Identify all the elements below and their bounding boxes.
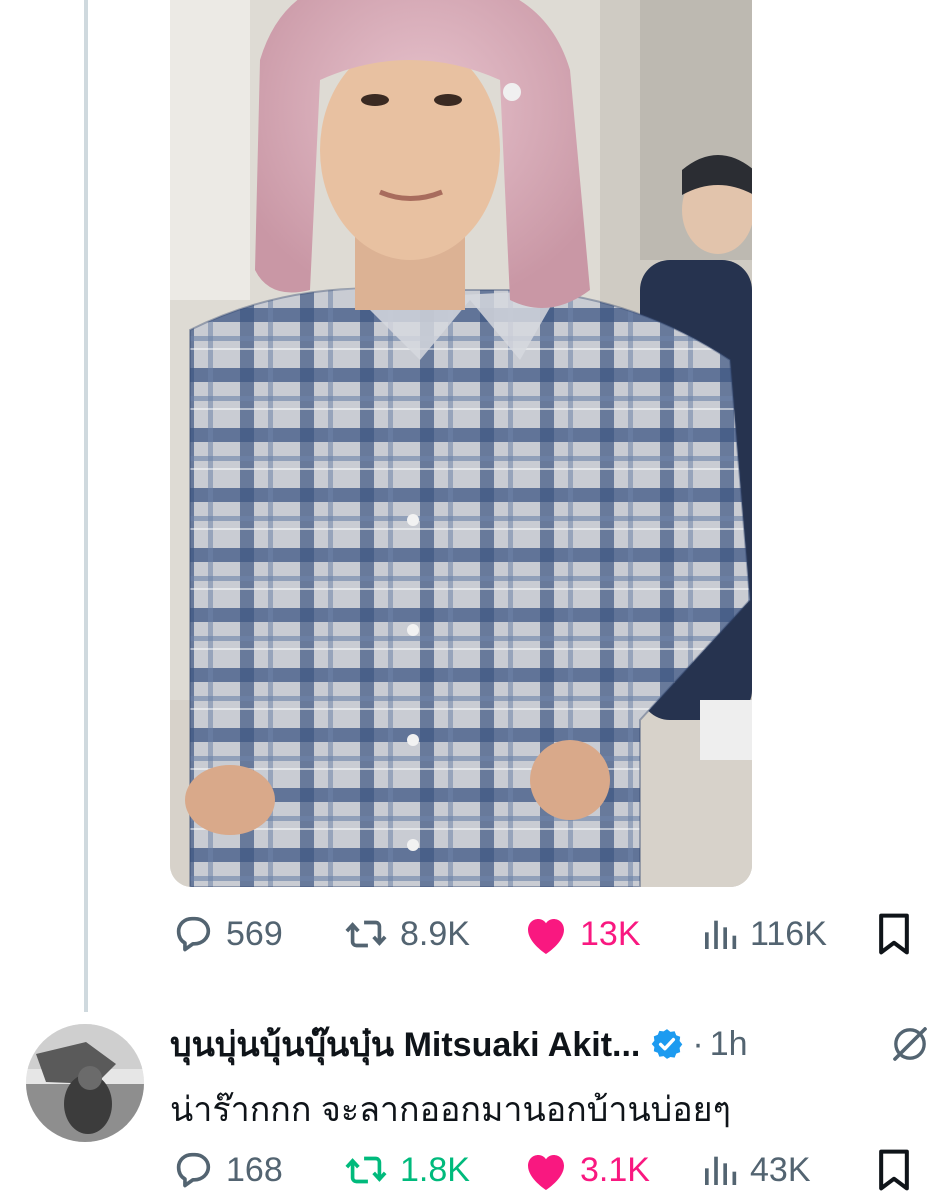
reply-count: 569: [226, 914, 283, 953]
reply-actions-bar: 168 1.8K 3.1K 43K: [170, 1140, 920, 1200]
post-actions-bar: 569 8.9K 13K 116K: [170, 904, 920, 964]
repost-icon: [345, 920, 387, 948]
repost-count: 8.9K: [400, 914, 470, 953]
repost-icon: [345, 1156, 387, 1184]
repost-button[interactable]: 1.8K: [342, 1140, 470, 1200]
reply-body-text: น่าร๊ากกก จะลากออกมานอกบ้านบ่อยๆ: [170, 1091, 731, 1129]
grok-icon[interactable]: [890, 1024, 930, 1064]
like-count: 13K: [580, 914, 641, 953]
reply-header: บุนบุ่นบุ้นบุ๊นบุ๋น Mitsuaki Akit... · 1…: [170, 1020, 930, 1068]
thread-connector-line: [84, 0, 88, 1012]
heart-icon: [528, 919, 564, 954]
reply-icon: [176, 916, 211, 952]
views-button[interactable]: 43K: [700, 1140, 811, 1200]
reply-button[interactable]: 168: [170, 1140, 283, 1200]
views-icon: [705, 1156, 737, 1185]
reply-count: 168: [226, 1150, 283, 1189]
meta-separator: ·: [692, 1024, 704, 1063]
bookmark-button[interactable]: [874, 904, 914, 964]
repost-button[interactable]: 8.9K: [342, 904, 470, 964]
reply-icon: [176, 1152, 211, 1188]
views-icon: [705, 920, 737, 949]
post-photo[interactable]: [170, 0, 752, 887]
reply-display-name[interactable]: บุนบุ่นบุ้นบุ๊นบุ๋น Mitsuaki Akit...: [170, 1017, 640, 1071]
bookmark-icon: [879, 1149, 909, 1191]
reply-timestamp[interactable]: 1h: [710, 1025, 748, 1064]
bookmark-button[interactable]: [874, 1140, 914, 1200]
reply-avatar[interactable]: [26, 1024, 144, 1142]
verified-badge-icon: [652, 1029, 683, 1059]
like-count: 3.1K: [580, 1150, 650, 1189]
views-button[interactable]: 116K: [700, 904, 827, 964]
view-count: 43K: [750, 1150, 811, 1189]
heart-icon: [528, 1155, 564, 1190]
like-button[interactable]: 13K: [522, 904, 641, 964]
reply-button[interactable]: 569: [170, 904, 283, 964]
repost-count: 1.8K: [400, 1150, 470, 1189]
bookmark-icon: [879, 913, 909, 955]
view-count: 116K: [750, 914, 827, 953]
like-button[interactable]: 3.1K: [522, 1140, 650, 1200]
